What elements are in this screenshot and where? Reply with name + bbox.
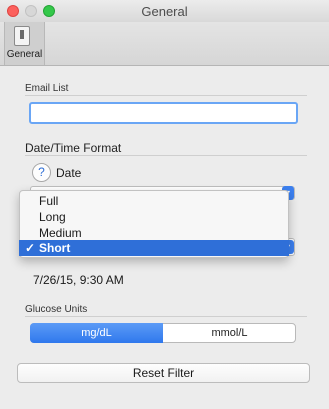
toolbar (0, 22, 329, 66)
datetime-format-label: Date/Time Format (25, 141, 122, 155)
date-format-example: 7/26/15, 9:30 AM (33, 273, 124, 287)
glucose-units-label: Glucose Units (25, 304, 88, 315)
date-label: Date (56, 166, 82, 180)
toolbar-item-general-label: General (6, 49, 43, 60)
segment-mg-dl[interactable]: mg/dL (30, 323, 163, 343)
menu-item-full[interactable]: Full (19, 193, 289, 209)
help-button[interactable]: ? (32, 163, 51, 182)
menu-item-long[interactable]: Long (19, 209, 289, 225)
glucose-separator (25, 316, 307, 317)
email-list-input[interactable] (29, 102, 298, 124)
window-title: General (141, 4, 188, 19)
menu-item-medium[interactable]: Medium (19, 225, 289, 241)
email-list-separator (25, 95, 307, 96)
segment-mmol-l[interactable]: mmol/L (163, 323, 296, 343)
email-list-label: Email List (25, 83, 69, 94)
checkmark-icon: ✓ (25, 241, 36, 255)
menu-item-short[interactable]: ✓ Short (19, 240, 289, 256)
reset-filter-button[interactable]: Reset Filter (17, 363, 310, 383)
datetime-separator (25, 155, 307, 156)
light-switch-toggle-icon (20, 30, 24, 39)
